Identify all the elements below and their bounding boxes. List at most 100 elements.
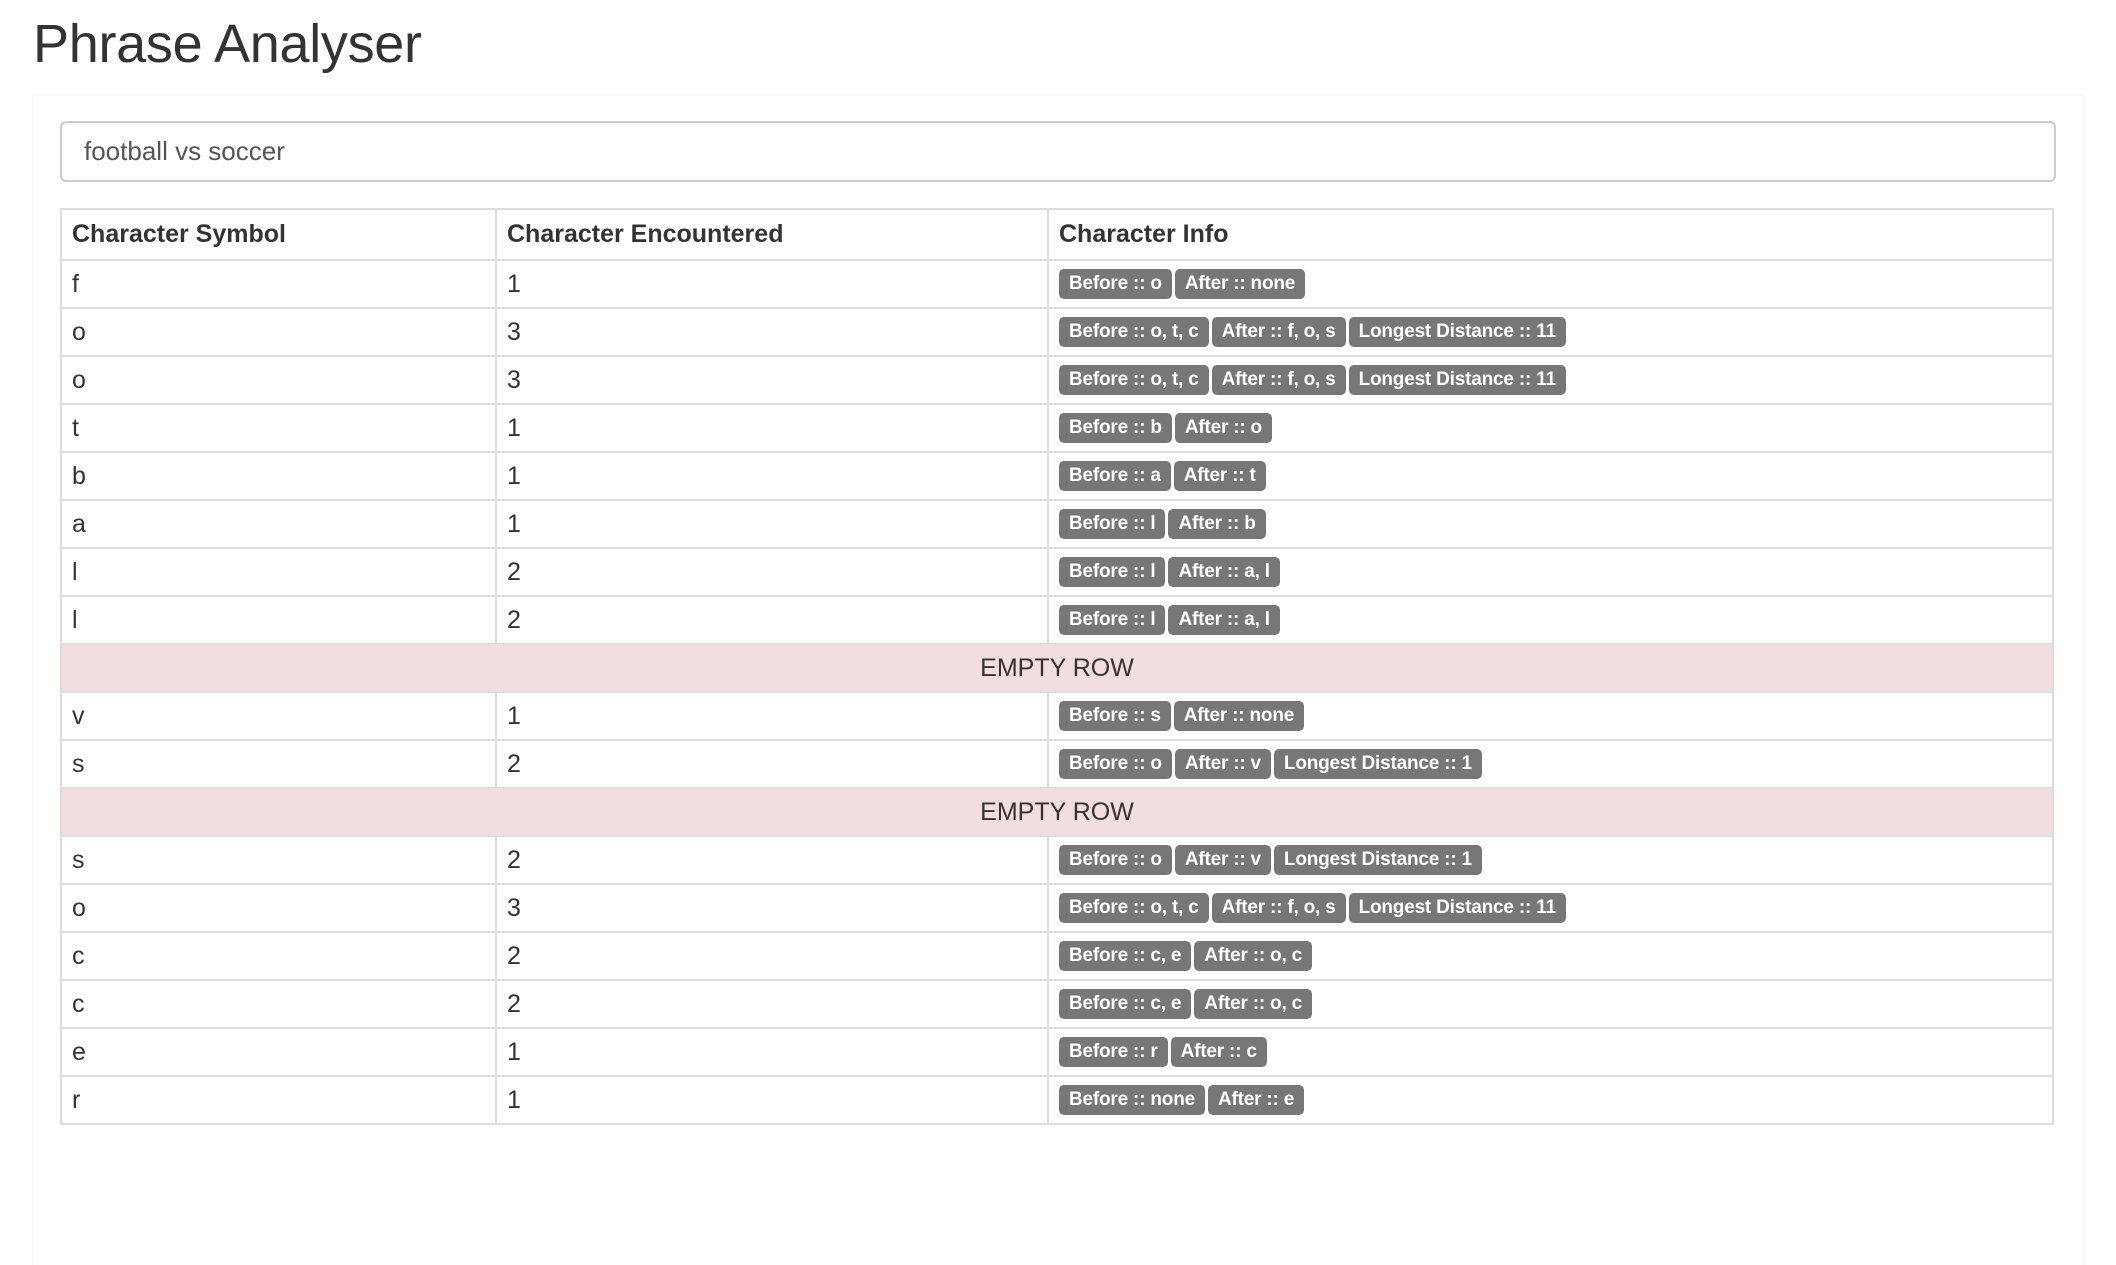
before-badge: Before :: l [1059,605,1166,636]
before-badge: Before :: a [1059,461,1171,492]
header-character-encountered: Character Encountered [495,208,1049,261]
page-title: Phrase Analyser [33,14,422,74]
character-count-cell: 1 [495,499,1049,549]
empty-row: EMPTY ROW [60,787,2054,837]
character-symbol-cell: c [60,979,497,1029]
longest-distance-badge: Longest Distance :: 1 [1273,749,1482,780]
phrase-input[interactable] [60,121,2056,182]
table-row: c 2 Before :: c, e After :: o, c [60,979,2054,1029]
character-info-cell: Before :: l After :: b [1047,499,2054,549]
table-row: r 1 Before :: none After :: e [60,1075,2054,1125]
before-badge: Before :: c, e [1059,989,1192,1020]
table-row: l 2 Before :: l After :: a, l [60,547,2054,597]
character-symbol-cell: c [60,931,497,981]
after-badge: After :: o, c [1194,989,1312,1020]
after-badge: After :: f, o, s [1211,317,1346,348]
character-info-cell: Before :: a After :: t [1047,451,2054,501]
longest-distance-badge: Longest Distance :: 11 [1348,365,1566,396]
character-count-cell: 2 [495,739,1049,789]
character-info-cell: Before :: none After :: e [1047,1075,2054,1125]
after-badge: After :: f, o, s [1211,365,1346,396]
before-badge: Before :: o [1059,845,1172,876]
character-count-cell: 1 [495,259,1049,309]
table-body: f 1 Before :: o After :: none o 3 Before :: o,… [60,259,2054,1125]
character-count-cell: 3 [495,883,1049,933]
table-row: o 3 Before :: o, t, c After :: f, o, s Longe… [60,355,2054,405]
table-row: t 1 Before :: b After :: o [60,403,2054,453]
after-badge: After :: c [1170,1037,1267,1068]
longest-distance-badge: Longest Distance :: 11 [1348,317,1566,348]
before-badge: Before :: o [1059,269,1172,300]
character-symbol-cell: l [60,595,497,645]
before-badge: Before :: r [1059,1037,1168,1068]
table-header-row: Character Symbol Character Encountered C… [60,208,2054,261]
table-row: s 2 Before :: o After :: v Longest Distance … [60,835,2054,885]
character-count-cell: 1 [495,403,1049,453]
character-symbol-cell: t [60,403,497,453]
character-info-cell: Before :: c, e After :: o, c [1047,931,2054,981]
character-info-cell: Before :: s After :: none [1047,691,2054,741]
character-symbol-cell: v [60,691,497,741]
character-symbol-cell: b [60,451,497,501]
after-badge: After :: e [1207,1085,1305,1116]
character-count-cell: 2 [495,595,1049,645]
character-count-cell: 3 [495,355,1049,405]
longest-distance-badge: Longest Distance :: 1 [1273,845,1482,876]
before-badge: Before :: o, t, c [1059,317,1209,348]
character-info-cell: Before :: l After :: a, l [1047,595,2054,645]
character-count-cell: 2 [495,547,1049,597]
character-symbol-cell: s [60,739,497,789]
after-badge: After :: none [1173,701,1305,732]
after-badge: After :: o, c [1194,941,1312,972]
character-symbol-cell: f [60,259,497,309]
after-badge: After :: v [1174,749,1271,780]
character-count-cell: 2 [495,835,1049,885]
character-info-cell: Before :: r After :: c [1047,1027,2054,1077]
after-badge: After :: v [1174,845,1271,876]
character-count-cell: 2 [495,931,1049,981]
before-badge: Before :: b [1059,413,1172,444]
header-character-symbol: Character Symbol [60,208,497,261]
character-count-cell: 3 [495,307,1049,357]
character-info-cell: Before :: b After :: o [1047,403,2054,453]
longest-distance-badge: Longest Distance :: 11 [1348,893,1566,924]
before-badge: Before :: none [1059,1085,1205,1116]
before-badge: Before :: c, e [1059,941,1192,972]
empty-row: EMPTY ROW [60,643,2054,693]
table-row: o 3 Before :: o, t, c After :: f, o, s Longe… [60,883,2054,933]
after-badge: After :: a, l [1168,605,1280,636]
before-badge: Before :: s [1059,701,1171,732]
character-info-cell: Before :: c, e After :: o, c [1047,979,2054,1029]
character-table: Character Symbol Character Encountered C… [60,208,2054,1125]
after-badge: After :: none [1174,269,1306,300]
character-count-cell: 1 [495,451,1049,501]
character-symbol-cell: a [60,499,497,549]
before-badge: Before :: o, t, c [1059,365,1209,396]
table-row: c 2 Before :: c, e After :: o, c [60,931,2054,981]
after-badge: After :: o [1174,413,1272,444]
character-count-cell: 2 [495,979,1049,1029]
table-row: s 2 Before :: o After :: v Longest Distance … [60,739,2054,789]
table-row: f 1 Before :: o After :: none [60,259,2054,309]
table-row: l 2 Before :: l After :: a, l [60,595,2054,645]
character-count-cell: 1 [495,1075,1049,1125]
character-info-cell: Before :: o After :: v Longest Distance ::… [1047,739,2054,789]
table-row: o 3 Before :: o, t, c After :: f, o, s Longe… [60,307,2054,357]
character-symbol-cell: o [60,307,497,357]
character-info-cell: Before :: o After :: v Longest Distance ::… [1047,835,2054,885]
before-badge: Before :: l [1059,509,1166,540]
character-info-cell: Before :: o, t, c After :: f, o, s Longest… [1047,355,2054,405]
character-count-cell: 1 [495,1027,1049,1077]
character-symbol-cell: l [60,547,497,597]
before-badge: Before :: o, t, c [1059,893,1209,924]
table-row: e 1 Before :: r After :: c [60,1027,2054,1077]
header-character-info: Character Info [1047,208,2054,261]
after-badge: After :: b [1168,509,1266,540]
table-row: v 1 Before :: s After :: none [60,691,2054,741]
empty-row-label: EMPTY ROW [60,643,2054,693]
character-info-cell: Before :: l After :: a, l [1047,547,2054,597]
empty-row-label: EMPTY ROW [60,787,2054,837]
character-symbol-cell: o [60,355,497,405]
character-info-cell: Before :: o, t, c After :: f, o, s Longest… [1047,307,2054,357]
character-count-cell: 1 [495,691,1049,741]
